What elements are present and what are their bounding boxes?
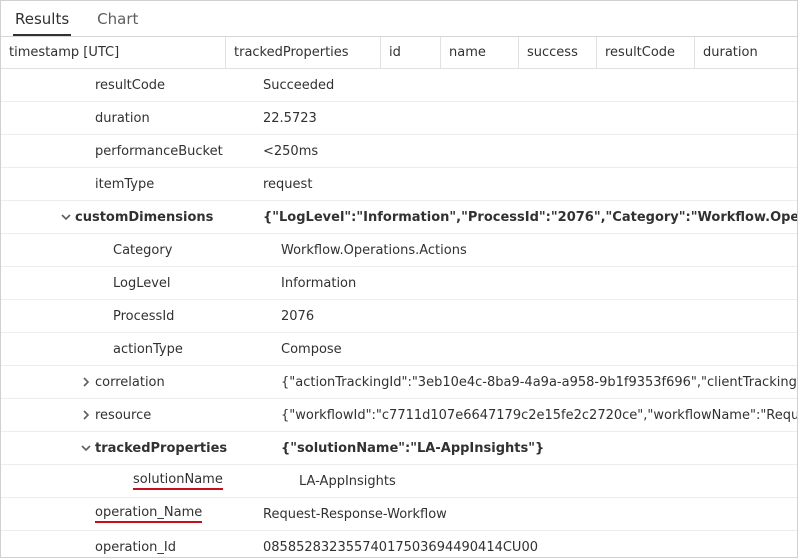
row-processId[interactable]: ProcessId 2076 <box>1 300 797 333</box>
row-trackedProperties[interactable]: trackedProperties {"solutionName":"LA-Ap… <box>1 432 797 465</box>
row-duration[interactable]: duration 22.5723 <box>1 102 797 135</box>
results-body: resultCode Succeeded duration 22.5723 pe… <box>1 69 797 558</box>
label-correlation: correlation <box>95 375 281 390</box>
value-performanceBucket: <250ms <box>263 144 797 159</box>
row-customDimensions[interactable]: customDimensions {"LogLevel":"Informatio… <box>1 201 797 234</box>
label-resource: resource <box>95 408 281 423</box>
value-duration: 22.5723 <box>263 111 797 126</box>
label-performanceBucket: performanceBucket <box>95 144 263 159</box>
label-logLevel: LogLevel <box>113 276 281 291</box>
value-category: Workflow.Operations.Actions <box>281 243 797 258</box>
value-resultCode: Succeeded <box>263 78 797 93</box>
col-success[interactable]: success <box>519 37 597 68</box>
col-duration[interactable]: duration <box>695 37 797 68</box>
value-logLevel: Information <box>281 276 797 291</box>
row-correlation[interactable]: correlation {"actionTrackingId":"3eb10e4… <box>1 366 797 399</box>
value-processId: 2076 <box>281 309 797 324</box>
label-itemType: itemType <box>95 177 263 192</box>
row-category[interactable]: Category Workflow.Operations.Actions <box>1 234 797 267</box>
col-name[interactable]: name <box>441 37 519 68</box>
row-solutionName[interactable]: solutionName LA-AppInsights <box>1 465 797 498</box>
col-timestamp[interactable]: timestamp [UTC] <box>1 37 226 68</box>
row-resultCode[interactable]: resultCode Succeeded <box>1 69 797 102</box>
value-itemType: request <box>263 177 797 192</box>
label-operationName: operation_Name <box>95 505 263 523</box>
row-logLevel[interactable]: LogLevel Information <box>1 267 797 300</box>
label-resultCode: resultCode <box>95 78 263 93</box>
row-actionType[interactable]: actionType Compose <box>1 333 797 366</box>
tab-results[interactable]: Results <box>13 2 71 36</box>
row-resource[interactable]: resource {"workflowId":"c7711d107e664717… <box>1 399 797 432</box>
row-operationId[interactable]: operation_Id 085852832355740175036944904… <box>1 531 797 558</box>
chevron-down-icon[interactable] <box>77 443 95 453</box>
col-id[interactable]: id <box>381 37 441 68</box>
tabs-bar: Results Chart <box>1 1 797 37</box>
row-performanceBucket[interactable]: performanceBucket <250ms <box>1 135 797 168</box>
chevron-right-icon[interactable] <box>77 410 95 420</box>
value-resource: {"workflowId":"c7711d107e6647179c2e15fe2… <box>281 408 797 423</box>
value-operationName: Request-Response-Workflow <box>263 507 797 522</box>
label-solutionName: solutionName <box>133 472 299 490</box>
value-customDimensions: {"LogLevel":"Information","ProcessId":"2… <box>263 210 797 225</box>
value-operationId: 08585283235574017503694490414CU00 <box>263 540 797 555</box>
value-solutionName: LA-AppInsights <box>299 474 797 489</box>
label-processId: ProcessId <box>113 309 281 324</box>
chevron-down-icon[interactable] <box>57 212 75 222</box>
value-actionType: Compose <box>281 342 797 357</box>
label-operationId: operation_Id <box>95 540 263 555</box>
label-trackedProperties: trackedProperties <box>95 441 281 456</box>
row-itemType[interactable]: itemType request <box>1 168 797 201</box>
row-operationName[interactable]: operation_Name Request-Response-Workflow <box>1 498 797 531</box>
label-customDimensions: customDimensions <box>75 210 263 225</box>
column-header-row: timestamp [UTC] trackedProperties id nam… <box>1 37 797 69</box>
label-category: Category <box>113 243 281 258</box>
tab-chart[interactable]: Chart <box>95 2 140 36</box>
value-trackedProperties: {"solutionName":"LA-AppInsights"} <box>281 441 797 456</box>
label-duration: duration <box>95 111 263 126</box>
col-resultCode[interactable]: resultCode <box>597 37 695 68</box>
value-correlation: {"actionTrackingId":"3eb10e4c-8ba9-4a9a-… <box>281 375 797 390</box>
chevron-right-icon[interactable] <box>77 377 95 387</box>
col-trackedProperties[interactable]: trackedProperties <box>226 37 381 68</box>
label-actionType: actionType <box>113 342 281 357</box>
